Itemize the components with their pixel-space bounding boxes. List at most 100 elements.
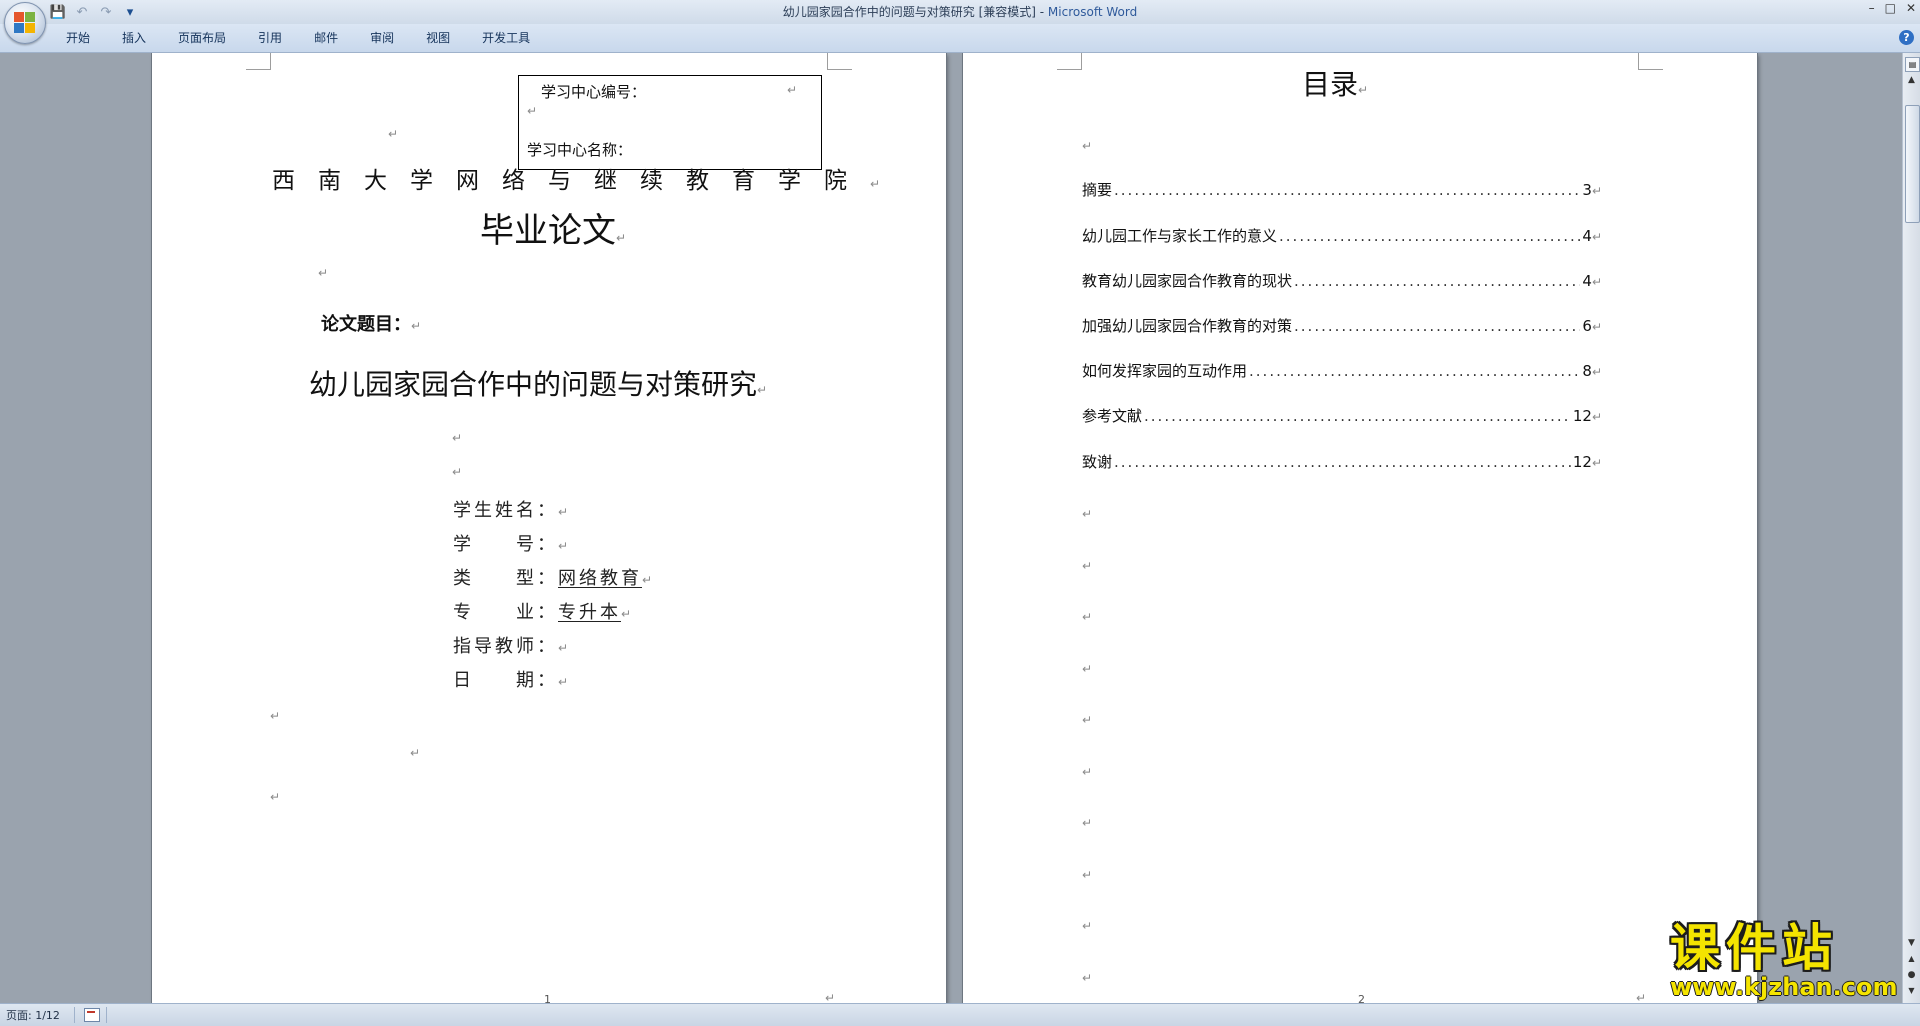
next-page-icon[interactable]: ▼ [1905, 986, 1918, 999]
center-name-label: 学习中心名称： [527, 141, 633, 159]
margin-corner-mark [1638, 53, 1663, 70]
toc-leader-dots [1279, 227, 1580, 245]
paragraph-mark: ↵ [616, 231, 627, 245]
close-button[interactable]: ✕ [1906, 1, 1916, 15]
margin-corner-mark [246, 53, 271, 70]
paragraph-mark: ↵ [270, 790, 281, 804]
previous-page-icon[interactable]: ▲ [1905, 954, 1918, 967]
ribbon-tab-bar: 开始 插入 页面布局 引用 邮件 审阅 视图 开发工具 ? [0, 24, 1920, 53]
window-title: 幼儿园家园合作中的问题与对策研究 [兼容模式] - Microsoft Word [0, 0, 1920, 24]
toc-entry[interactable]: 教育幼儿园家园合作教育的现状 4↵ [1082, 270, 1602, 291]
student-id-field: 学 号：↵ [453, 530, 571, 556]
date-field: 日 期：↵ [453, 666, 571, 692]
college-name-text: 西南大学网络与继续教育学院 [272, 168, 870, 194]
paragraph-mark: ↵ [1636, 991, 1647, 1003]
toc-entry[interactable]: 幼儿园工作与家长工作的意义 4↵ [1082, 225, 1602, 246]
paragraph-mark: ↵ [558, 675, 572, 689]
paragraph-mark: ↵ [1591, 184, 1602, 198]
paragraph-mark: ↵ [1082, 868, 1093, 882]
topic-label: 论文题目：↵ [321, 310, 421, 336]
paragraph-mark: ↵ [1082, 139, 1093, 153]
toc-entry-page: 12 [1572, 453, 1592, 471]
learning-center-box: 学习中心编号： ↵ ↵ 学习中心名称： [518, 75, 822, 170]
toc-entry-title: 摘要 [1082, 181, 1113, 199]
page-indicator[interactable]: 页面: 1/12 [6, 1007, 60, 1023]
tab-page-layout[interactable]: 页面布局 [162, 24, 242, 52]
title-bar: 幼儿园家园合作中的问题与对策研究 [兼容模式] - Microsoft Word… [0, 0, 1920, 25]
major-field: 专 业：专升本↵ [453, 598, 634, 624]
view-ruler-icon[interactable]: ▤ [1905, 57, 1920, 72]
tab-developer[interactable]: 开发工具 [466, 24, 546, 52]
toc-heading-text: 目录 [1302, 68, 1359, 101]
college-name: 西南大学网络与继续教育学院↵ [272, 161, 880, 195]
maximize-button[interactable]: □ [1885, 1, 1896, 15]
paragraph-mark: ↵ [1082, 507, 1093, 521]
minimize-button[interactable]: – [1869, 1, 1875, 15]
paragraph-mark: ↵ [1358, 83, 1369, 97]
paragraph-mark: ↵ [1082, 610, 1093, 624]
topic-label-text: 论文题目： [321, 314, 411, 335]
paragraph-mark: ↵ [270, 709, 281, 723]
office-button[interactable] [4, 2, 46, 44]
toc-entry-page: 6 [1582, 317, 1592, 335]
toc-entry-page: 12 [1572, 407, 1592, 425]
undo-icon[interactable]: ↶ [74, 4, 90, 20]
paragraph-mark: ↵ [527, 104, 538, 118]
major-value: 专升本 [558, 602, 621, 623]
paragraph-mark: ↵ [757, 383, 768, 397]
paragraph-mark: ↵ [1591, 320, 1602, 334]
paragraph-mark: ↵ [1082, 765, 1093, 779]
paragraph-mark: ↵ [558, 641, 572, 655]
document-title: 幼儿园家园合作中的问题与对策研究 [兼容模式] - [782, 5, 1048, 19]
toc-entry[interactable]: 摘要 3↵ [1082, 179, 1602, 200]
help-icon[interactable]: ? [1899, 30, 1914, 45]
window-controls: – □ ✕ [1869, 1, 1916, 15]
toc-leader-dots [1114, 453, 1571, 471]
page-number: 2 [1358, 993, 1365, 1003]
page-cover[interactable]: 学习中心编号： ↵ ↵ 学习中心名称： ↵ 西南大学网络与继续教育学院↵ 毕业论… [152, 53, 946, 1003]
paragraph-mark: ↵ [1591, 410, 1602, 424]
margin-corner-mark [1057, 53, 1082, 70]
toc-leader-dots [1114, 181, 1580, 199]
center-number-label: 学习中心编号： [541, 83, 647, 101]
status-divider [74, 1007, 75, 1023]
browse-object-icon[interactable]: ● [1905, 970, 1918, 983]
tab-insert[interactable]: 插入 [106, 24, 162, 52]
advisor-field: 指导教师：↵ [453, 632, 571, 658]
tab-home[interactable]: 开始 [50, 24, 106, 52]
app-name: Microsoft Word [1047, 5, 1138, 19]
page-toc[interactable]: 目录↵ ↵ 摘要 3↵ 幼儿园工作与家长工作的意义4↵ 教育幼儿园家园合作教育的… [963, 53, 1757, 1003]
tab-view[interactable]: 视图 [410, 24, 466, 52]
major-label: 专 业： [453, 602, 558, 623]
status-bar: 页面: 1/12 [0, 1003, 1920, 1026]
toc-heading: 目录↵ [1302, 63, 1368, 103]
paragraph-mark: ↵ [870, 177, 881, 191]
tab-review[interactable]: 审阅 [354, 24, 410, 52]
redo-icon[interactable]: ↷ [98, 4, 114, 20]
tab-mailings[interactable]: 邮件 [298, 24, 354, 52]
paragraph-mark: ↵ [787, 83, 798, 97]
watermark-url: www.kjzhan.com [1670, 973, 1898, 1001]
scroll-thumb[interactable] [1905, 105, 1920, 223]
vertical-scrollbar[interactable]: ▤ ▲ ▼ ▲ ● ▼ [1902, 53, 1920, 1003]
toc-leader-dots [1249, 362, 1580, 380]
paragraph-mark: ↵ [1082, 662, 1093, 676]
advisor-label: 指导教师： [453, 636, 558, 657]
customize-quick-access-icon[interactable]: ▾ [122, 4, 138, 20]
toc-entry[interactable]: 致谢 12↵ [1082, 451, 1602, 472]
paragraph-mark: ↵ [642, 573, 656, 587]
toc-entry[interactable]: 参考文献 12↵ [1082, 405, 1602, 426]
toc-entry[interactable]: 加强幼儿园家园合作教育的对策 6↵ [1082, 315, 1602, 336]
paragraph-mark: ↵ [411, 319, 422, 333]
toc-entry-title: 教育幼儿园家园合作教育的现状 [1082, 272, 1293, 290]
toc-entry-page: 4 [1582, 227, 1592, 245]
toc-entry[interactable]: 如何发挥家园的互动作用 8↵ [1082, 360, 1602, 381]
scroll-down-icon[interactable]: ▼ [1905, 938, 1918, 951]
document-area[interactable]: 学习中心编号： ↵ ↵ 学习中心名称： ↵ 西南大学网络与继续教育学院↵ 毕业论… [0, 53, 1903, 1003]
proofing-icon[interactable] [84, 1008, 100, 1022]
tab-references[interactable]: 引用 [242, 24, 298, 52]
save-icon[interactable]: 💾 [50, 4, 66, 20]
paragraph-mark: ↵ [452, 431, 463, 445]
paragraph-mark: ↵ [621, 607, 635, 621]
scroll-up-icon[interactable]: ▲ [1905, 75, 1918, 88]
